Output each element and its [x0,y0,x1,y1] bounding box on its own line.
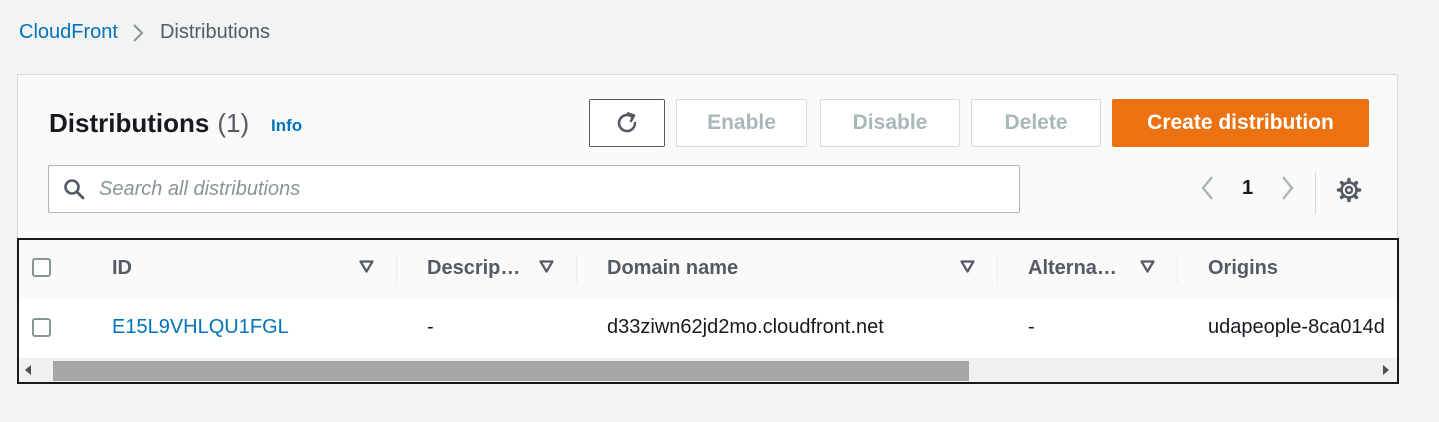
column-divider[interactable] [576,254,577,284]
delete-button[interactable]: Delete [971,99,1101,147]
sort-icon[interactable] [960,260,975,273]
column-divider[interactable] [1177,254,1178,284]
search-input[interactable] [97,176,981,202]
table-header: ID Descrip… Domain name Alterna… Origins [19,240,1397,299]
distribution-id-link[interactable]: E15L9VHLQU1FGL [112,316,289,339]
sort-icon[interactable] [359,260,374,273]
refresh-button[interactable] [589,99,665,147]
column-header-domain-name[interactable]: Domain name [607,257,738,280]
column-header-id[interactable]: ID [112,257,132,280]
gear-icon[interactable] [1336,177,1362,203]
next-page-icon[interactable] [1277,175,1299,201]
column-divider[interactable] [997,254,998,284]
cell-alternate-domain: - [1028,316,1035,338]
horizontal-scrollbar[interactable] [19,358,1397,382]
enable-button[interactable]: Enable [676,99,807,147]
disable-button[interactable]: Disable [820,99,960,147]
chevron-right-icon [132,23,144,43]
cell-domain-name: d33ziwn62jd2mo.cloudfront.net [607,316,884,338]
search-icon [63,178,85,200]
current-page[interactable]: 1 [1242,177,1253,200]
create-distribution-button[interactable]: Create distribution [1112,99,1369,147]
distribution-count: (1) [217,108,250,138]
previous-page-icon[interactable] [1196,175,1218,201]
distributions-table: ID Descrip… Domain name Alterna… Origins… [17,238,1399,384]
scrollbar-thumb[interactable] [53,361,969,381]
breadcrumb: CloudFront Distributions [19,21,270,44]
table-row[interactable]: E15L9VHLQU1FGL - d33ziwn62jd2mo.cloudfro… [19,298,1397,357]
cell-description: - [427,316,434,338]
page-title: Distributions (1) [49,108,249,139]
sort-icon[interactable] [539,260,554,273]
pagination: 1 [1196,175,1299,201]
scroll-left-icon[interactable] [25,365,32,375]
search-field [48,165,1020,213]
info-link[interactable]: Info [271,116,302,136]
refresh-icon [614,110,640,136]
cell-origins: udapeople-8ca014d [1208,316,1385,338]
sort-icon[interactable] [1140,260,1155,273]
pagination-divider [1315,172,1316,214]
column-divider[interactable] [396,254,397,284]
breadcrumb-current: Distributions [159,21,270,43]
select-all-checkbox[interactable] [32,258,51,277]
scroll-right-icon[interactable] [1382,365,1389,375]
title-text: Distributions [49,108,210,138]
breadcrumb-cloudfront-link[interactable]: CloudFront [19,21,118,44]
column-header-origins[interactable]: Origins [1208,257,1278,280]
column-header-alternate-domain[interactable]: Alterna… [1028,257,1117,280]
column-header-description[interactable]: Descrip… [427,257,520,280]
row-checkbox[interactable] [32,318,51,337]
